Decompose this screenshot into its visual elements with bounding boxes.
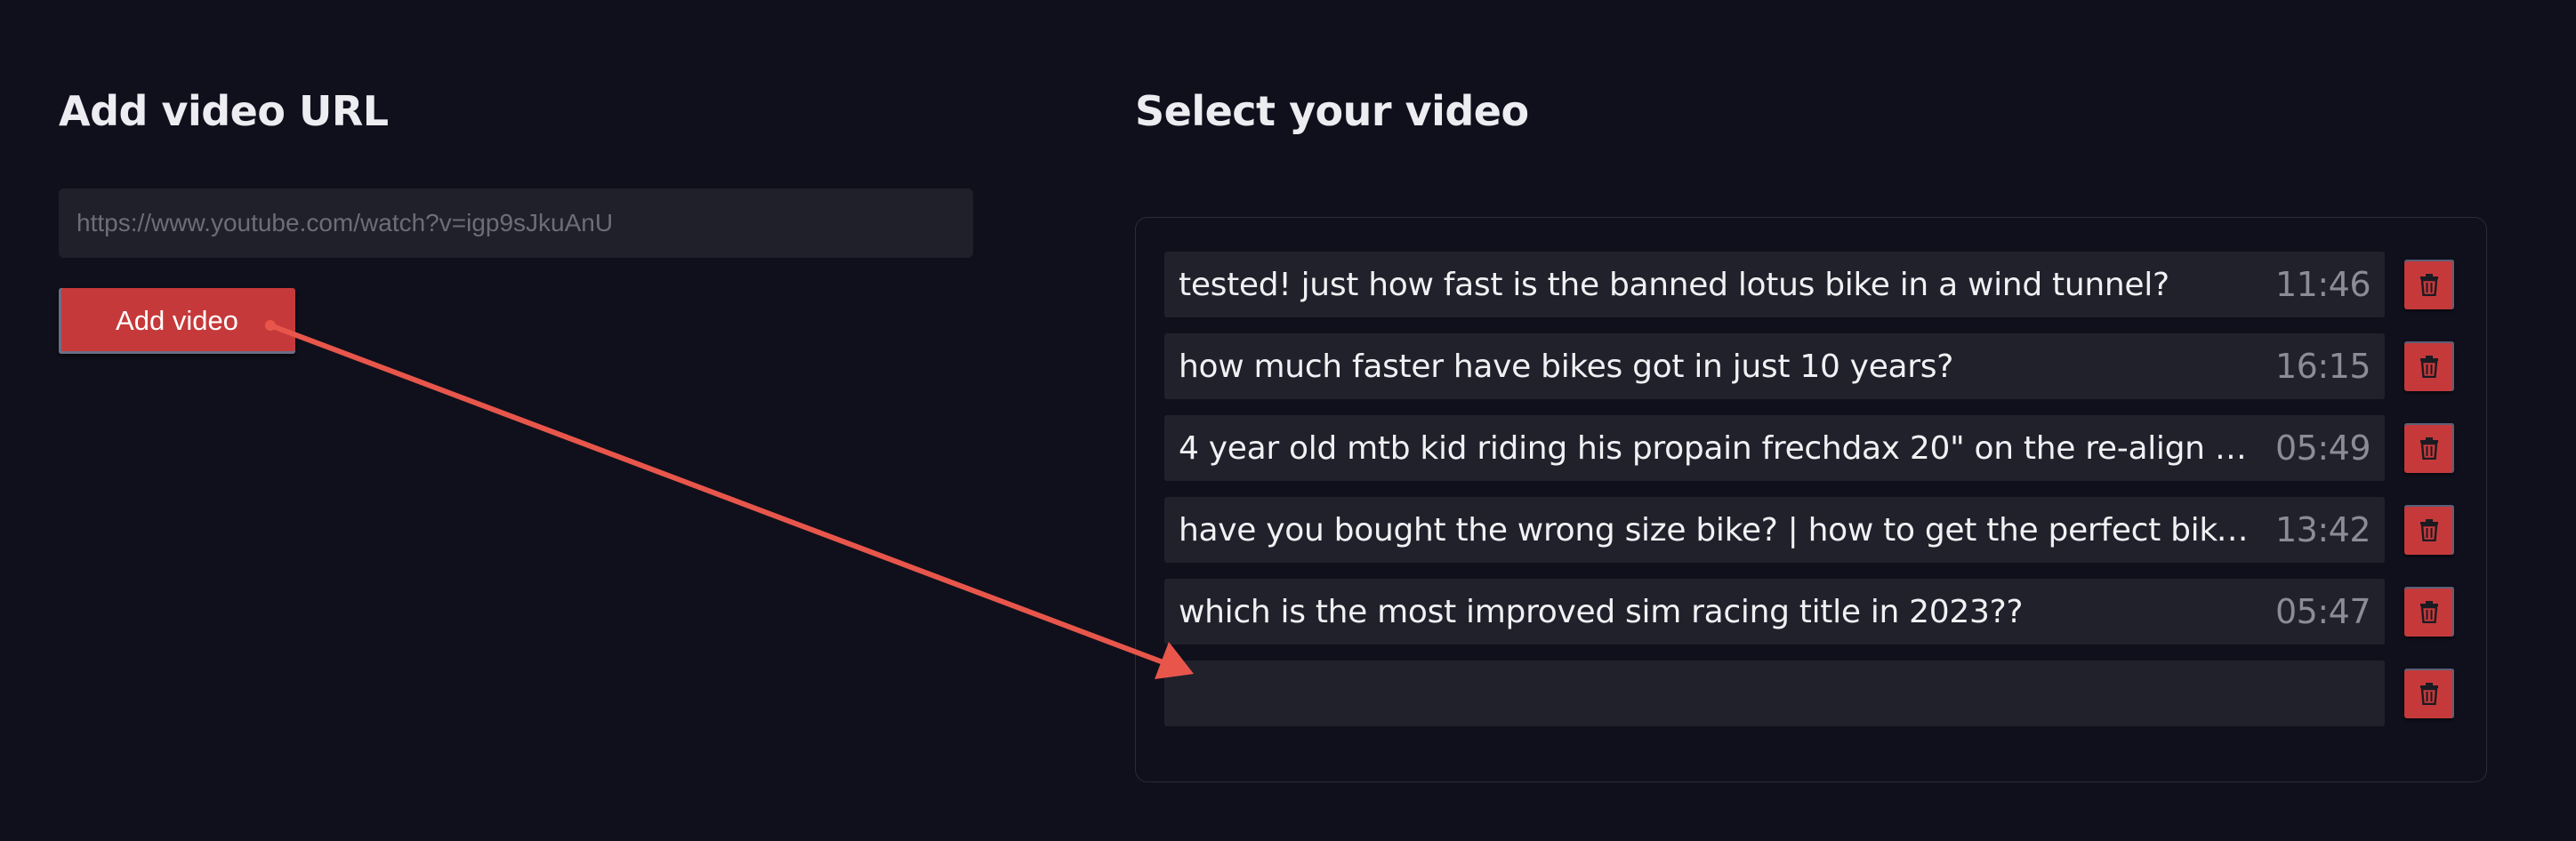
page: Add video URL Add video Select your vide… xyxy=(0,0,2576,841)
video-item[interactable]: how much faster have bikes got in just 1… xyxy=(1164,333,2385,399)
video-duration: 05:47 xyxy=(2274,592,2371,631)
video-duration: 05:49 xyxy=(2274,429,2371,468)
delete-video-button[interactable] xyxy=(2404,423,2454,473)
video-title: which is the most improved sim racing ti… xyxy=(1179,593,2024,630)
video-item[interactable]: tested! just how fast is the banned lotu… xyxy=(1164,252,2385,317)
video-item[interactable]: have you bought the wrong size bike? | h… xyxy=(1164,497,2385,563)
delete-video-button[interactable] xyxy=(2404,669,2454,718)
trash-icon xyxy=(2420,356,2438,378)
delete-video-button[interactable] xyxy=(2404,260,2454,309)
trash-icon xyxy=(2420,519,2438,541)
trash-icon xyxy=(2420,601,2438,623)
add-video-button[interactable]: Add video xyxy=(59,288,295,354)
trash-icon xyxy=(2420,683,2438,705)
video-duration: 11:46 xyxy=(2274,265,2371,304)
delete-video-button[interactable] xyxy=(2404,341,2454,391)
select-video-heading: Select your video xyxy=(1135,87,1529,135)
video-title: have you bought the wrong size bike? | h… xyxy=(1179,511,2258,549)
video-title: 4 year old mtb kid riding his propain fr… xyxy=(1179,429,2247,467)
video-title: tested! just how fast is the banned lotu… xyxy=(1179,266,2169,303)
add-video-heading: Add video URL xyxy=(59,87,389,135)
annotation-arrow xyxy=(265,320,1194,679)
video-duration: 16:15 xyxy=(2274,347,2371,386)
video-duration: 13:42 xyxy=(2274,510,2371,549)
video-title: how much faster have bikes got in just 1… xyxy=(1179,348,1954,385)
trash-icon xyxy=(2420,274,2438,296)
video-url-input[interactable] xyxy=(59,188,973,258)
trash-icon xyxy=(2420,437,2438,460)
video-item-empty[interactable] xyxy=(1164,661,2385,726)
video-list-panel: tested! just how fast is the banned lotu… xyxy=(1135,217,2487,782)
video-item[interactable]: which is the most improved sim racing ti… xyxy=(1164,579,2385,645)
video-item[interactable]: 4 year old mtb kid riding his propain fr… xyxy=(1164,415,2385,481)
delete-video-button[interactable] xyxy=(2404,587,2454,637)
delete-video-button[interactable] xyxy=(2404,505,2454,555)
